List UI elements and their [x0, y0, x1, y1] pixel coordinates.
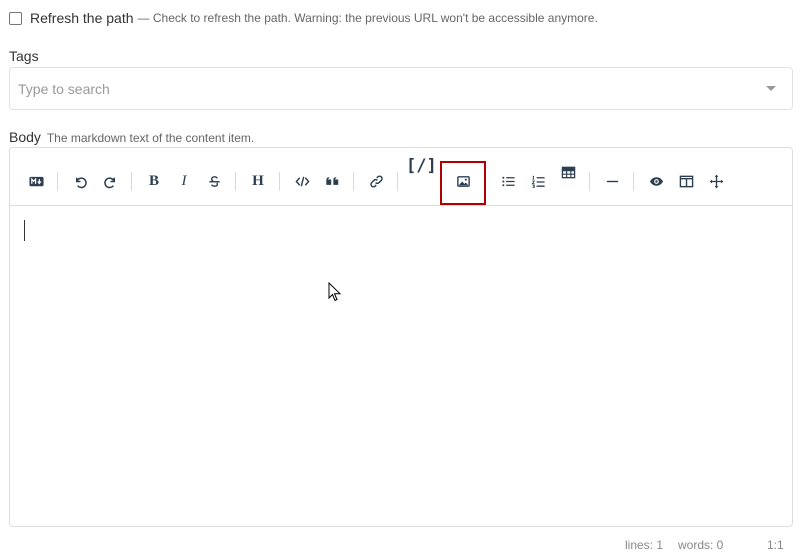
mouse-pointer-icon — [328, 282, 342, 302]
toolbar-separator — [279, 172, 280, 191]
editor-text-area[interactable] — [10, 206, 792, 526]
body-hint: The markdown text of the content item. — [46, 131, 255, 145]
horizontal-rule-icon[interactable] — [597, 166, 627, 196]
editor-toolbar: B I H [/] — [10, 148, 792, 206]
ordered-list-icon[interactable] — [523, 166, 553, 196]
status-cursor-position: 1:1 — [767, 538, 784, 552]
fullscreen-icon[interactable] — [701, 166, 731, 196]
markdown-icon[interactable] — [21, 166, 51, 196]
toolbar-separator — [397, 172, 398, 191]
redo-icon[interactable] — [95, 166, 125, 196]
toolbar-separator — [589, 172, 590, 191]
code-block-icon[interactable]: [/] — [406, 156, 437, 176]
toolbar-separator — [235, 172, 236, 191]
code-icon[interactable] — [287, 166, 317, 196]
caret-down-icon[interactable] — [766, 86, 776, 91]
side-by-side-icon[interactable] — [671, 166, 701, 196]
heading-icon[interactable]: H — [243, 166, 273, 196]
toolbar-separator — [131, 172, 132, 191]
preview-icon[interactable] — [641, 166, 671, 196]
refresh-path-row: Refresh the path — Check to refresh the … — [9, 10, 598, 26]
tags-label: Tags — [9, 48, 39, 64]
refresh-path-checkbox[interactable] — [9, 11, 22, 25]
toolbar-separator — [353, 172, 354, 191]
bold-glyph: B — [148, 172, 159, 189]
bold-icon[interactable]: B — [139, 166, 169, 196]
text-cursor — [24, 220, 25, 241]
table-icon[interactable] — [553, 157, 583, 187]
toolbar-separator — [633, 172, 634, 191]
refresh-path-label[interactable]: Refresh the path — [30, 10, 134, 26]
undo-icon[interactable] — [65, 166, 95, 196]
heading-glyph: H — [252, 172, 264, 189]
italic-glyph: I — [181, 172, 187, 189]
body-label: Body The markdown text of the content it… — [9, 129, 254, 145]
toolbar-separator — [57, 172, 58, 191]
image-icon[interactable] — [448, 166, 478, 196]
body-label-text: Body — [9, 129, 41, 145]
quote-icon[interactable] — [317, 166, 347, 196]
status-lines: lines: 1 — [625, 538, 664, 552]
unordered-list-icon[interactable] — [493, 166, 523, 196]
status-words: words: 0 — [678, 538, 724, 552]
link-icon[interactable] — [361, 166, 391, 196]
strikethrough-icon[interactable] — [199, 166, 229, 196]
refresh-path-hint: — Check to refresh the path. Warning: th… — [137, 11, 598, 25]
tags-select[interactable] — [9, 67, 793, 110]
tags-search-input[interactable] — [18, 68, 748, 109]
italic-icon[interactable]: I — [169, 166, 199, 196]
markdown-editor: B I H [/] — [9, 147, 793, 527]
